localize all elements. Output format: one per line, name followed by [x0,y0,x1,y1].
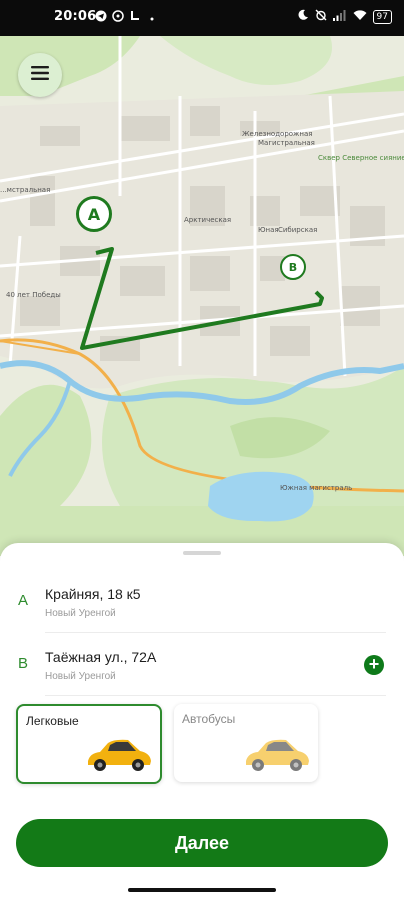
street-label: Сибирская [278,226,318,234]
street-label: Железнодорожная [242,130,313,138]
viber-icon [112,10,124,22]
address-to-row[interactable]: B Таёжная ул., 72А Новый Уренгой + [0,639,404,695]
divider [45,632,386,633]
category-card-buses[interactable]: Автобусы [174,704,318,782]
from-city: Новый Уренгой [45,608,116,619]
from-letter: A [18,592,29,609]
status-right-icons: 97 [297,9,392,25]
status-time: 20:06 [54,9,97,24]
divider [45,695,386,696]
to-address: Таёжная ул., 72А [45,649,157,665]
street-label: Арктическая [184,216,232,224]
street-label: ...мстральная [0,186,51,194]
dot-icon [146,10,158,22]
add-stop-button[interactable]: + [364,655,384,675]
telegram-icon [95,10,107,22]
address-from-row[interactable]: A Крайняя, 18 к5 Новый Уренгой [0,576,404,632]
from-address: Крайняя, 18 к5 [45,586,141,602]
category-label: Легковые [26,714,79,728]
wifi-icon [353,9,367,25]
marker-b[interactable]: B [280,254,306,280]
status-left-icons [95,10,158,22]
battery-indicator: 97 [372,10,392,24]
car-icon [242,733,312,778]
bottom-sheet: A Крайняя, 18 к5 Новый Уренгой B Таёжная… [0,543,404,900]
to-city: Новый Уренгой [45,671,116,682]
park-label: Сквер Северное сияние [318,154,404,162]
map-view[interactable]: Железнодорожная Магистральная ...мстраль… [0,36,404,556]
street-label: Южная магистраль [280,484,353,492]
street-label: 40 лет Победы [6,291,61,299]
category-label: Автобусы [182,712,236,726]
hamburger-icon [31,65,49,85]
street-label: Юная [258,226,279,234]
sheet-handle[interactable] [183,551,221,555]
to-letter: B [18,655,29,672]
alarm-off-icon [315,9,327,25]
car-icon [84,733,154,778]
moon-icon [297,9,309,25]
home-indicator[interactable] [128,888,276,892]
street-label: Магистральная [258,139,315,147]
signal-icon [332,9,347,25]
category-card-cars[interactable]: Легковые [16,704,162,784]
marker-a[interactable]: A [76,196,112,232]
status-bar: 20:06 97 [0,0,404,36]
next-button[interactable]: Далее [16,819,388,867]
accessibility-icon [129,10,141,22]
menu-button[interactable] [18,53,62,97]
